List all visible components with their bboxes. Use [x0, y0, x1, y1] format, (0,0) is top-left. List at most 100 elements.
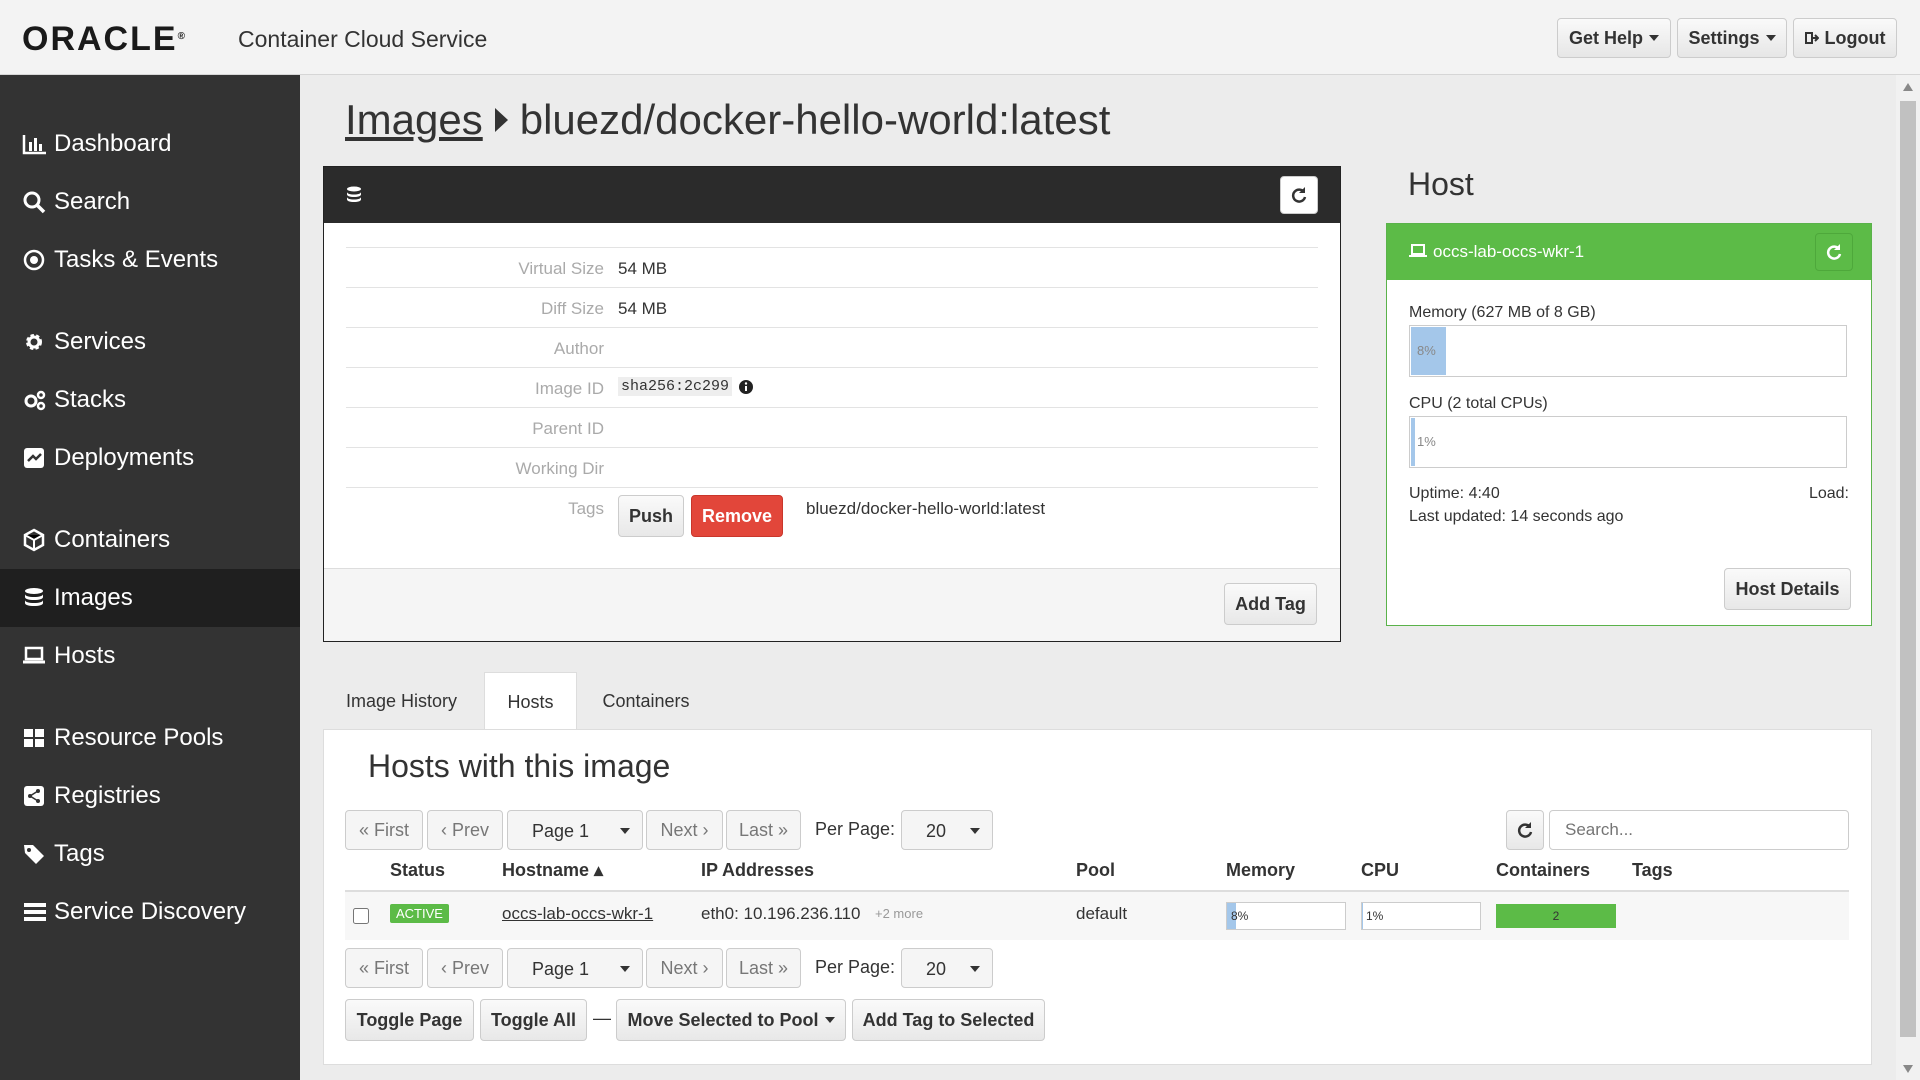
status-badge: ACTIVE: [390, 904, 449, 923]
memory-label: Memory (627 MB of 8 GB): [1409, 304, 1596, 321]
cpu-mini-label: 1%: [1366, 909, 1384, 923]
sidebar-item-images[interactable]: Images: [0, 569, 300, 627]
add-tag-to-selected-button[interactable]: Add Tag to Selected: [852, 999, 1045, 1041]
move-to-pool-button[interactable]: Move Selected to Pool: [616, 999, 846, 1041]
get-help-label: Get Help: [1568, 27, 1643, 48]
page-select-value: Page 1: [532, 821, 590, 841]
share-icon: [24, 786, 44, 806]
sidebar-item-service-discovery[interactable]: Service Discovery: [0, 883, 300, 941]
pager-prev-button[interactable]: ‹ Prev: [427, 810, 503, 850]
sidebar-item-containers[interactable]: Containers: [0, 511, 300, 569]
page-select-bottom[interactable]: Page 1: [507, 948, 643, 988]
col-tags: Tags: [1632, 860, 1673, 880]
col-ip: IP Addresses: [701, 860, 815, 880]
hostname-link[interactable]: occs-lab-occs-wkr-1: [502, 904, 653, 924]
ip-address: eth0: 10.196.236.110: [701, 904, 861, 923]
oracle-logo[interactable]: ORACLE®: [22, 22, 185, 56]
sidebar-item-hosts[interactable]: Hosts: [0, 627, 300, 685]
tab-containers[interactable]: Containers: [581, 672, 711, 730]
col-containers: Containers: [1496, 860, 1591, 880]
sidebar-item-registries[interactable]: Registries: [0, 767, 300, 825]
toggle-all-button[interactable]: Toggle All: [480, 999, 587, 1041]
host-refresh-button[interactable]: [1815, 233, 1853, 271]
uptime-text: Uptime: 4:40: [1409, 485, 1500, 502]
tag-icon: [24, 845, 44, 864]
info-icon[interactable]: [738, 379, 754, 395]
remove-button[interactable]: Remove: [691, 495, 783, 537]
sidebar-item-tags[interactable]: Tags: [0, 825, 300, 883]
col-hostname[interactable]: Hostname ▴: [502, 860, 603, 881]
chevron-down-icon: [1649, 35, 1659, 41]
cpu-label: CPU (2 total CPUs): [1409, 395, 1548, 412]
host-name[interactable]: occs-lab-occs-wkr-1: [1433, 242, 1584, 262]
scroll-down-icon[interactable]: [1903, 1065, 1913, 1073]
last-updated-text: Last updated: 14 seconds ago: [1409, 508, 1624, 525]
refresh-button[interactable]: [1280, 176, 1318, 214]
per-page-label-bottom: Per Page:: [815, 957, 896, 977]
tag-name: bluezd/docker-hello-world:latest: [806, 499, 1046, 518]
pager-first-button-bottom[interactable]: « First: [345, 948, 423, 988]
tab-hosts[interactable]: Hosts: [484, 672, 577, 732]
host-details-button[interactable]: Host Details: [1724, 568, 1851, 610]
sidebar-item-label: Registries: [54, 782, 161, 809]
chevron-down-icon: [970, 828, 980, 834]
ip-more-link[interactable]: +2 more: [875, 906, 923, 921]
containers-count-bar[interactable]: 2: [1496, 904, 1616, 928]
breadcrumb-images-link[interactable]: Images: [345, 96, 483, 144]
add-tag-button[interactable]: Add Tag: [1224, 583, 1317, 625]
laptop-icon: [1409, 244, 1427, 257]
detail-row-diff-size: Diff Size 54 MB: [346, 287, 1318, 327]
pager-first-button[interactable]: « First: [345, 810, 423, 850]
cube-icon: [23, 528, 45, 552]
scroll-up-icon[interactable]: [1903, 83, 1913, 91]
detail-row-working-dir: Working Dir: [346, 447, 1318, 487]
sidebar-item-resource-pools[interactable]: Resource Pools: [0, 709, 300, 767]
sidebar-item-services[interactable]: Services: [0, 313, 300, 371]
detail-row-parent-id: Parent ID: [346, 407, 1318, 447]
sidebar-item-label: Hosts: [54, 642, 116, 669]
page-select-value: Page 1: [532, 959, 590, 979]
pager-last-button[interactable]: Last »: [726, 810, 801, 850]
breadcrumb: Images bluezd/docker-hello-world:latest: [345, 96, 1110, 144]
scrollbar[interactable]: [1896, 75, 1920, 1080]
pager-last-button-bottom[interactable]: Last »: [726, 948, 801, 988]
host-title: Host: [1408, 166, 1474, 202]
sidebar-item-deployments[interactable]: Deployments: [0, 429, 300, 487]
row-checkbox[interactable]: [353, 908, 369, 924]
settings-button[interactable]: Settings: [1677, 18, 1787, 58]
per-page-value: 20: [926, 821, 947, 841]
detail-key: Working Dir: [515, 459, 604, 478]
host-panel: occs-lab-occs-wkr-1 Memory (627 MB of 8 …: [1386, 223, 1872, 626]
per-page-select[interactable]: 20: [901, 810, 993, 850]
scrollbar-thumb[interactable]: [1900, 101, 1916, 1037]
logout-label: Logout: [1824, 27, 1886, 48]
page-select[interactable]: Page 1: [507, 810, 643, 850]
push-button[interactable]: Push: [618, 495, 684, 537]
search-input[interactable]: [1549, 810, 1849, 850]
gears-icon: [24, 390, 46, 411]
top-bar: ORACLE® Container Cloud Service Get Help…: [0, 0, 1920, 75]
pager-next-button[interactable]: Next ›: [646, 810, 723, 850]
detail-row-virtual-size: Virtual Size 54 MB: [346, 247, 1318, 287]
sidebar-item-stacks[interactable]: Stacks: [0, 371, 300, 429]
detail-key: Image ID: [535, 379, 604, 398]
sidebar-item-label: Services: [54, 328, 147, 355]
logout-button[interactable]: Logout: [1793, 18, 1897, 58]
table-refresh-button[interactable]: [1506, 810, 1544, 850]
get-help-button[interactable]: Get Help: [1557, 18, 1671, 58]
sidebar-item-search[interactable]: Search: [0, 173, 300, 231]
per-page-select-bottom[interactable]: 20: [901, 948, 993, 988]
list-icon: [24, 903, 46, 921]
memory-mini-bar: 8%: [1226, 902, 1346, 930]
sidebar-item-dashboard[interactable]: Dashboard: [0, 115, 300, 173]
pager-prev-button-bottom[interactable]: ‹ Prev: [427, 948, 503, 988]
sidebar-item-label: Images: [54, 584, 133, 611]
sidebar-item-label: Tasks & Events: [54, 246, 219, 273]
sidebar-item-tasks-events[interactable]: Tasks & Events: [0, 231, 300, 289]
chevron-down-icon: [824, 1017, 835, 1023]
toggle-page-button[interactable]: Toggle Page: [345, 999, 474, 1041]
cpu-mini-fill: [1362, 903, 1364, 929]
grid-icon: [24, 729, 44, 747]
tab-image-history[interactable]: Image History: [323, 672, 480, 730]
pager-next-button-bottom[interactable]: Next ›: [646, 948, 723, 988]
